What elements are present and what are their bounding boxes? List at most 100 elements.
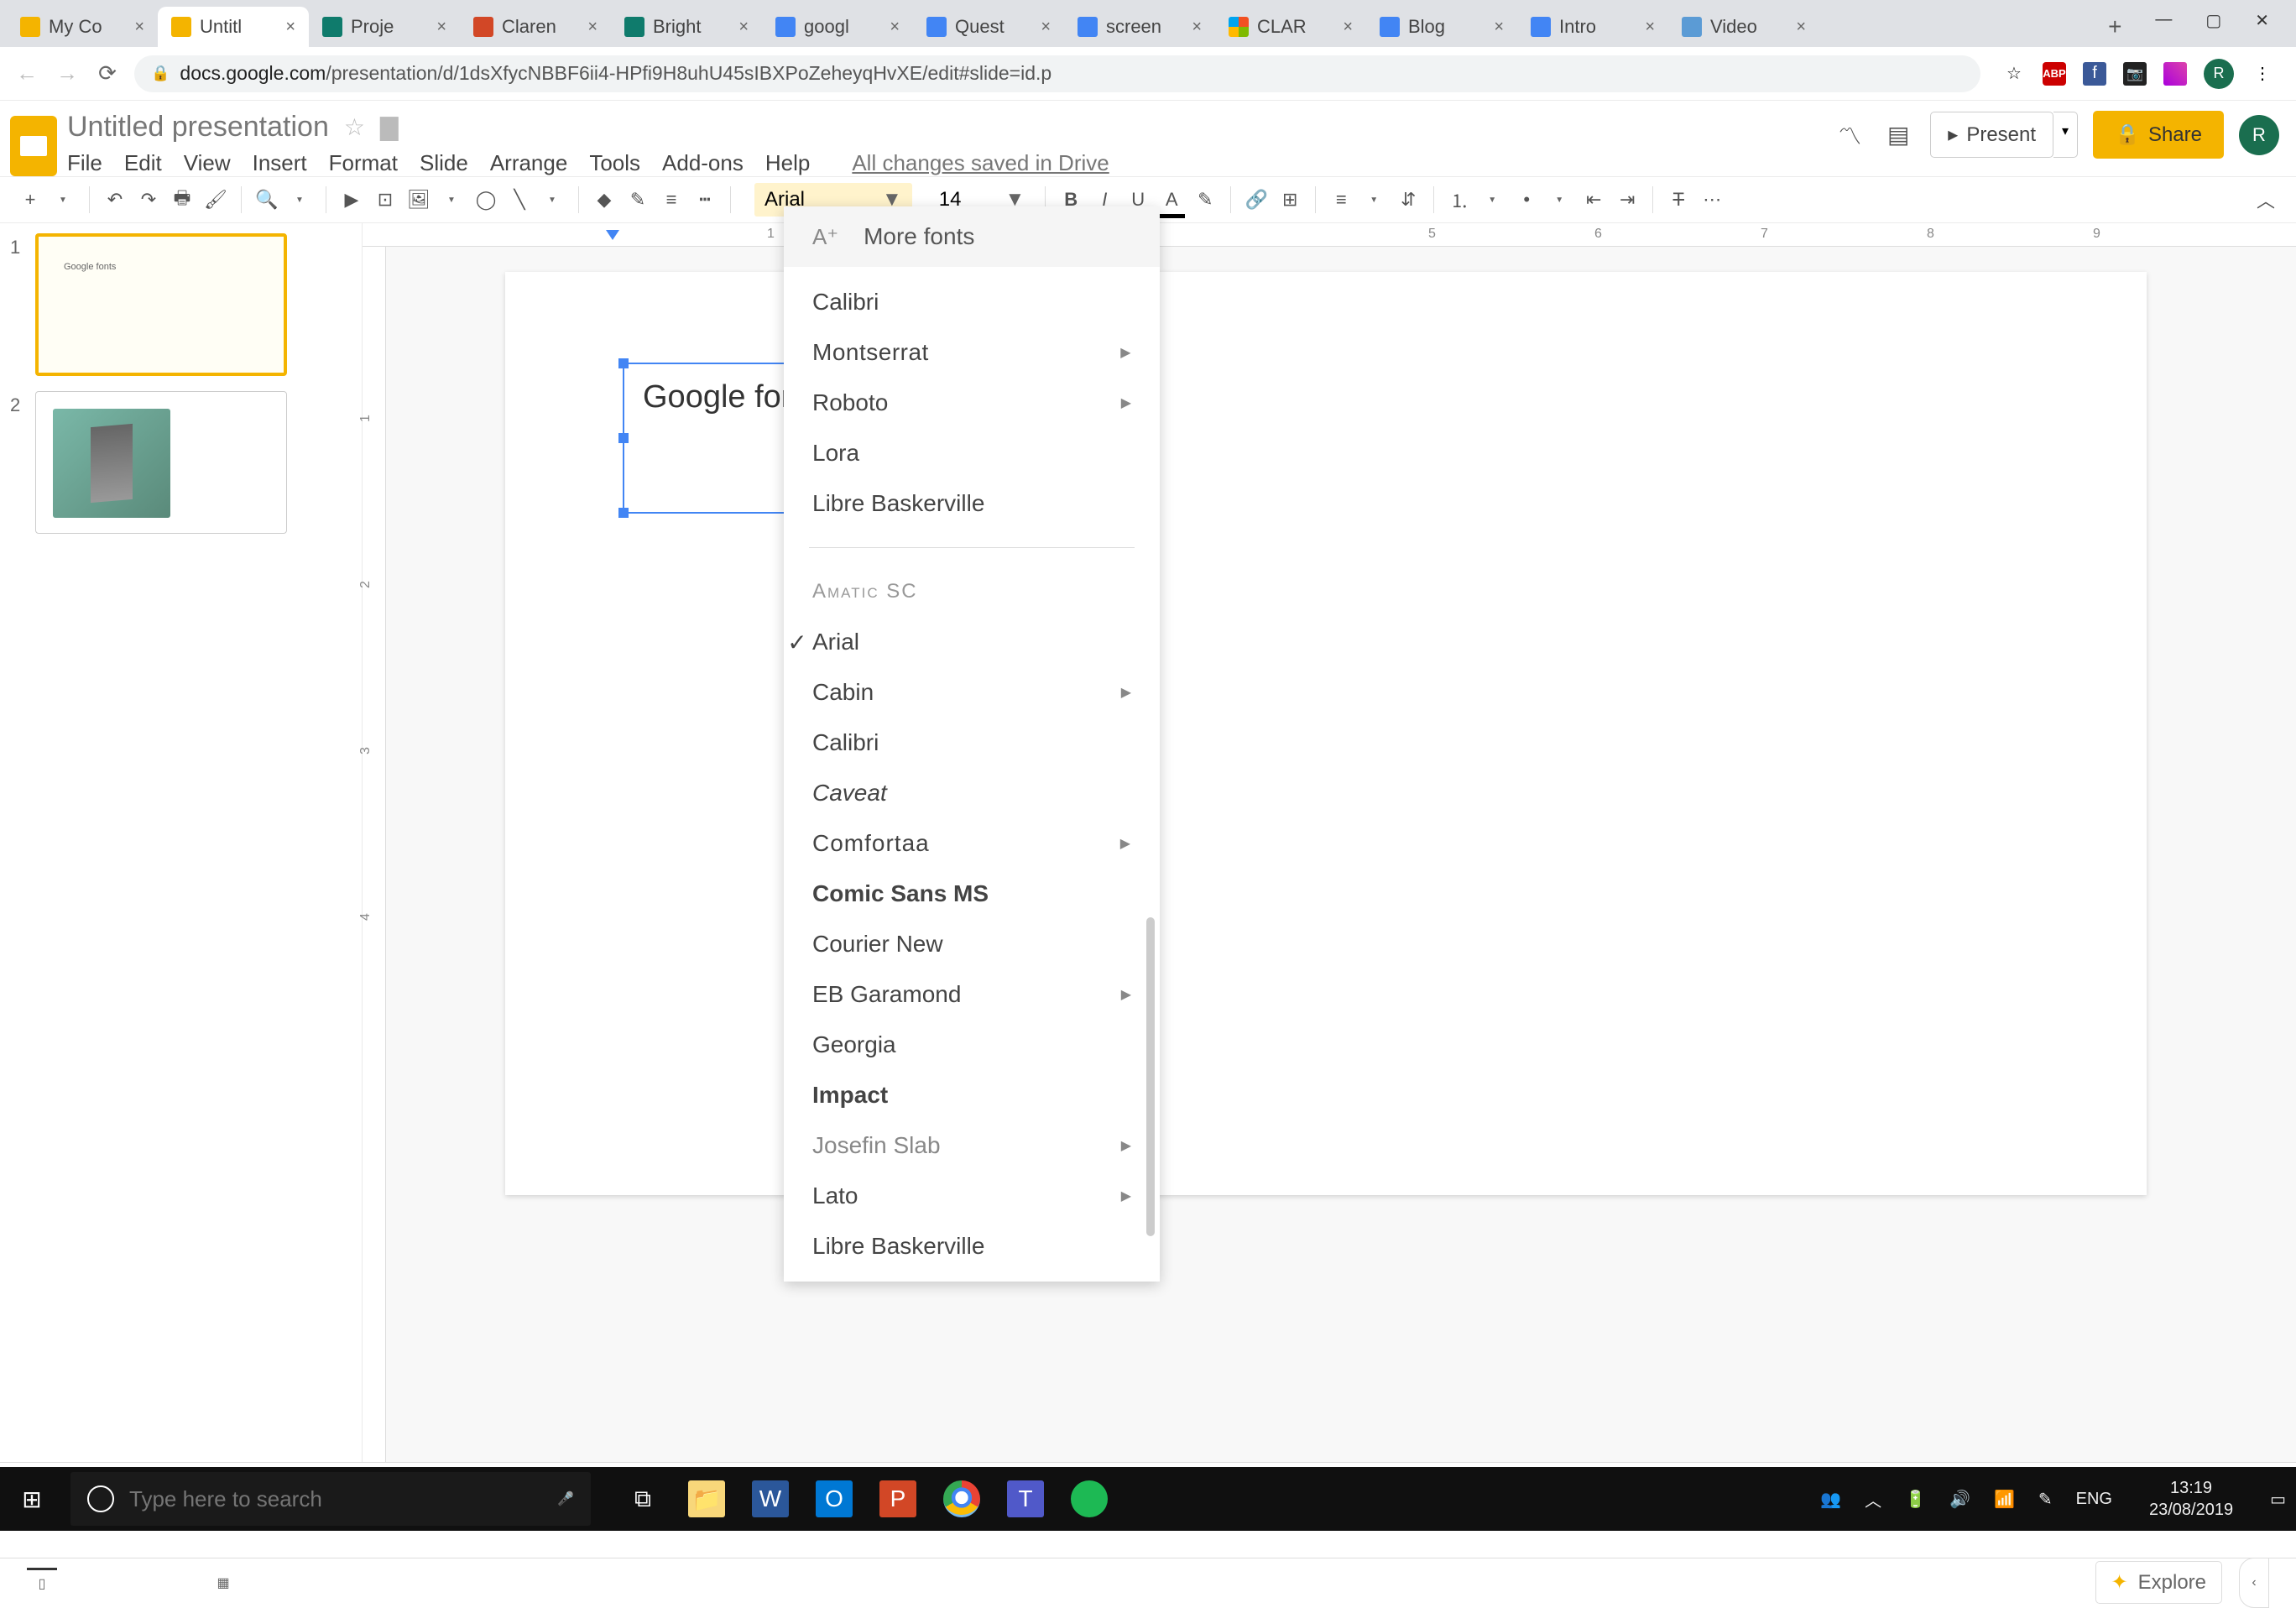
border-dash-button[interactable]: ┅ <box>690 185 720 215</box>
language-indicator[interactable]: ENG <box>2076 1490 2112 1509</box>
menu-arrange[interactable]: Arrange <box>490 150 568 176</box>
close-tab-icon[interactable]: × <box>890 18 900 37</box>
pen-tray-icon[interactable]: ✎ <box>2038 1489 2053 1510</box>
forward-button[interactable]: → <box>54 60 81 87</box>
font-item-roboto[interactable]: Roboto▶ <box>784 378 1160 428</box>
more-fonts-item[interactable]: A⁺ More fonts <box>784 206 1160 267</box>
mic-icon[interactable]: 🎤 <box>557 1491 574 1507</box>
hide-menus-button[interactable]: ︿ <box>2251 185 2281 215</box>
close-tab-icon[interactable]: × <box>1645 18 1655 37</box>
close-tab-icon[interactable]: × <box>285 18 295 37</box>
font-item-calibri[interactable]: Calibri <box>784 277 1160 327</box>
facebook-extension-icon[interactable]: f <box>2083 62 2106 86</box>
resize-handle[interactable] <box>618 433 629 443</box>
notifications-tray-icon[interactable]: ▭ <box>2270 1489 2286 1510</box>
browser-tab[interactable]: Blog× <box>1366 7 1517 47</box>
bulleted-list-dropdown[interactable]: ▼ <box>1545 185 1575 215</box>
vertical-ruler[interactable]: 1 2 3 4 <box>363 247 386 1462</box>
people-tray-icon[interactable]: 👥 <box>1820 1489 1841 1510</box>
browser-tab[interactable]: Intro× <box>1517 7 1668 47</box>
line-tool[interactable]: ╲ <box>504 185 535 215</box>
teams-icon[interactable]: T <box>1007 1480 1044 1517</box>
bookmark-star-icon[interactable]: ☆ <box>2002 62 2026 86</box>
browser-menu-icon[interactable]: ⋮ <box>2251 62 2274 86</box>
menu-format[interactable]: Format <box>329 150 398 176</box>
font-item-josefin-slab[interactable]: Josefin Slab▶ <box>784 1120 1160 1171</box>
select-tool[interactable]: ▶ <box>337 185 367 215</box>
word-icon[interactable]: W <box>752 1480 789 1517</box>
browser-tab[interactable]: Video× <box>1668 7 1819 47</box>
close-tab-icon[interactable]: × <box>1192 18 1202 37</box>
browser-tab[interactable]: screen× <box>1064 7 1215 47</box>
task-view-icon[interactable]: ⧉ <box>624 1480 661 1517</box>
browser-tab[interactable]: Bright× <box>611 7 762 47</box>
increase-indent-button[interactable]: ⇥ <box>1612 185 1642 215</box>
browser-tab[interactable]: Proje× <box>309 7 460 47</box>
font-item-comic-sans-ms[interactable]: Comic Sans MS <box>784 869 1160 919</box>
bulleted-list-button[interactable]: • <box>1511 185 1542 215</box>
font-item-impact[interactable]: Impact <box>784 1070 1160 1120</box>
slide-thumbnail-1[interactable]: Google fonts <box>35 233 287 376</box>
slide-thumbnail-2[interactable] <box>35 391 287 534</box>
font-item-georgia[interactable]: Georgia <box>784 1020 1160 1070</box>
font-item-libre-baskerville[interactable]: Libre Baskerville <box>784 478 1160 529</box>
present-dropdown-button[interactable]: ▾ <box>2053 112 2078 158</box>
maximize-button[interactable]: ▢ <box>2205 10 2221 31</box>
volume-tray-icon[interactable]: 🔊 <box>1949 1489 1970 1510</box>
present-button[interactable]: ▸ Present <box>1930 112 2053 158</box>
collapse-side-panel-button[interactable]: ‹ <box>2239 1558 2269 1608</box>
shape-tool[interactable]: ◯ <box>471 185 501 215</box>
account-avatar[interactable]: R <box>2239 115 2279 155</box>
border-color-button[interactable]: ✎ <box>623 185 653 215</box>
align-dropdown[interactable]: ▼ <box>1359 185 1390 215</box>
spotify-icon[interactable] <box>1071 1480 1108 1517</box>
menu-help[interactable]: Help <box>765 150 810 176</box>
print-button[interactable]: 🖶 <box>167 185 197 215</box>
font-item-lora[interactable]: Lora <box>784 428 1160 478</box>
clear-formatting-button[interactable]: T <box>1663 185 1693 215</box>
numbered-list-dropdown[interactable]: ▼ <box>1478 185 1508 215</box>
paint-format-button[interactable]: 🖌 <box>201 185 231 215</box>
menu-add-ons[interactable]: Add-ons <box>662 150 744 176</box>
camera-extension-icon[interactable]: 📷 <box>2123 62 2147 86</box>
menu-tools[interactable]: Tools <box>589 150 640 176</box>
new-tab-button[interactable]: + <box>2095 7 2135 47</box>
highlight-button[interactable]: ✎ <box>1190 185 1220 215</box>
browser-tab[interactable]: CLAR× <box>1215 7 1366 47</box>
undo-button[interactable]: ↶ <box>100 185 130 215</box>
wifi-tray-icon[interactable]: 📶 <box>1994 1489 2015 1510</box>
font-item-arial[interactable]: ✓Arial <box>784 617 1160 667</box>
font-item-lato[interactable]: Lato▶ <box>784 1171 1160 1221</box>
menu-file[interactable]: File <box>67 150 102 176</box>
font-item-montserrat[interactable]: Montserrat▶ <box>784 327 1160 378</box>
close-tab-icon[interactable]: × <box>436 18 446 37</box>
close-tab-icon[interactable]: × <box>134 18 144 37</box>
font-item-courier-new[interactable]: Courier New <box>784 919 1160 969</box>
browser-tab[interactable]: googl× <box>762 7 913 47</box>
menu-view[interactable]: View <box>184 150 231 176</box>
browser-tab[interactable]: Claren× <box>460 7 611 47</box>
font-item-amatic-sc[interactable]: Amatic SC <box>784 566 1160 617</box>
menu-insert[interactable]: Insert <box>253 150 307 176</box>
tray-expand-icon[interactable]: ︿ <box>1865 1487 1881 1511</box>
menu-slide[interactable]: Slide <box>420 150 468 176</box>
font-item-libre-baskerville[interactable]: Libre Baskerville <box>784 1221 1160 1271</box>
comments-icon[interactable]: ▤ <box>1881 118 1915 152</box>
redo-button[interactable]: ↷ <box>133 185 164 215</box>
abp-extension-icon[interactable]: ABP <box>2043 62 2066 86</box>
line-spacing-button[interactable]: ⇵ <box>1393 185 1423 215</box>
reload-button[interactable]: ⟳ <box>94 60 121 87</box>
share-button[interactable]: 🔒 Share <box>2093 111 2224 159</box>
font-item-calibri[interactable]: Calibri <box>784 718 1160 768</box>
menu-edit[interactable]: Edit <box>124 150 162 176</box>
move-folder-icon[interactable]: ▇ <box>380 113 399 141</box>
textbox-tool[interactable]: ⊡ <box>370 185 400 215</box>
new-slide-button[interactable]: + <box>15 185 45 215</box>
back-button[interactable]: ← <box>13 60 40 87</box>
image-dropdown[interactable]: ▼ <box>437 185 467 215</box>
star-icon[interactable]: ☆ <box>344 113 365 141</box>
outlook-icon[interactable]: O <box>816 1480 853 1517</box>
resize-handle[interactable] <box>618 508 629 518</box>
windows-search[interactable]: 🎤 <box>70 1472 591 1526</box>
slide-canvas[interactable]: Google fonts <box>505 272 2147 1195</box>
